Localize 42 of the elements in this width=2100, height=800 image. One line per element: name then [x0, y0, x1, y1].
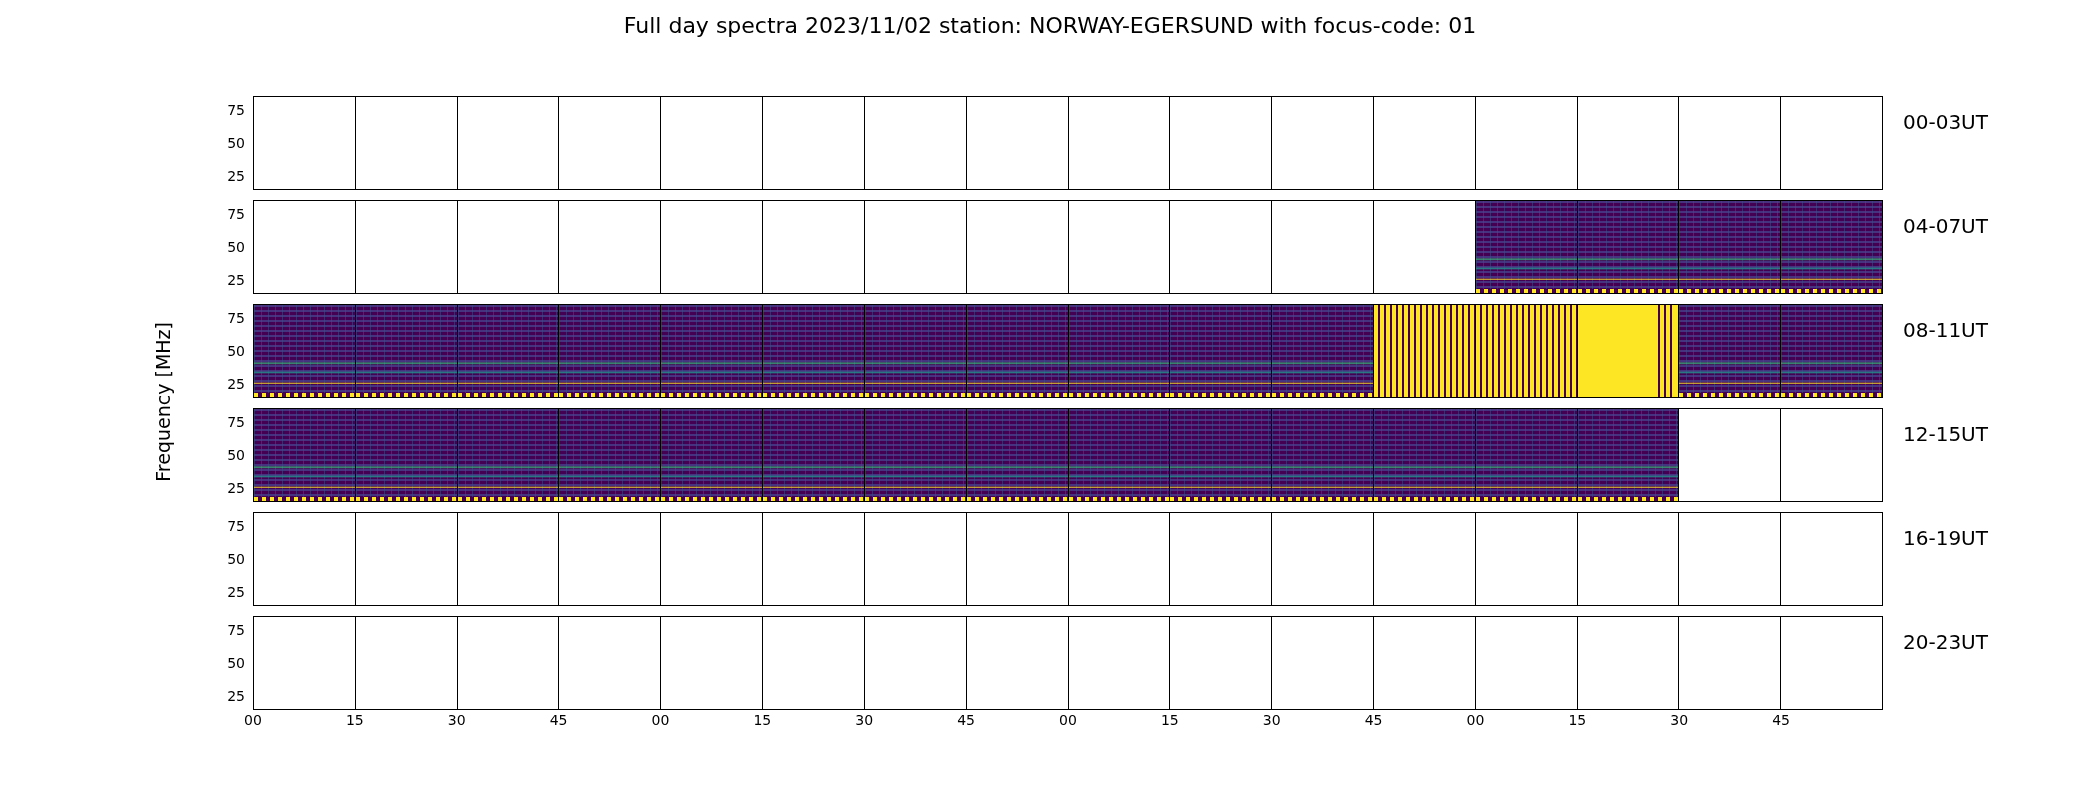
y-tick-label: 25	[227, 688, 245, 704]
y-tick-label: 25	[227, 480, 245, 496]
row-label: 00-03UT	[1902, 109, 1988, 136]
y-tick-label: 50	[227, 655, 245, 671]
y-tick-label: 75	[227, 622, 245, 638]
x-tick-label: 45	[957, 712, 976, 728]
y-tick-label: 75	[227, 310, 245, 326]
y-tick-label: 50	[227, 551, 245, 567]
x-tick-label: 15	[1160, 712, 1179, 728]
y-tick-label: 50	[227, 135, 245, 151]
row-label: 12-15UT	[1902, 421, 1988, 448]
y-tick-label: 75	[227, 414, 245, 430]
y-axis-label: Frequency [MHz]	[152, 322, 174, 482]
y-tick-label: 25	[227, 272, 245, 288]
x-tick-label: 30	[447, 712, 466, 728]
x-tick-label: 00	[651, 712, 670, 728]
x-tick-label: 45	[1772, 712, 1791, 728]
y-tick-label: 25	[227, 376, 245, 392]
row-label: 08-11UT	[1902, 317, 1988, 344]
figure-title: Full day spectra 2023/11/02 station: NORWAY-EGERSUND with focus-code: 01	[622, 13, 1478, 40]
y-tick-label: 75	[227, 206, 245, 222]
x-tick-label: 00	[244, 712, 262, 728]
x-tick-label: 00	[1466, 712, 1485, 728]
y-tick-label: 25	[227, 584, 245, 600]
y-tick-label: 50	[227, 239, 245, 255]
y-tick-label: 75	[227, 518, 245, 534]
x-tick-label: 30	[1670, 712, 1689, 728]
x-tick-label: 45	[549, 712, 568, 728]
x-tick-label: 15	[1568, 712, 1587, 728]
x-tick-label: 15	[345, 712, 364, 728]
row-label: 16-19UT	[1902, 525, 1988, 552]
y-tick-label: 50	[227, 447, 245, 463]
row-label: 20-23UT	[1902, 629, 1988, 656]
x-tick-label: 30	[1262, 712, 1281, 728]
y-tick-label: 75	[227, 102, 245, 118]
x-tick-label: 30	[855, 712, 874, 728]
y-tick-label: 50	[227, 343, 245, 359]
row-label: 04-07UT	[1902, 213, 1988, 240]
x-tick-label: 15	[753, 712, 772, 728]
x-tick-label: 45	[1364, 712, 1383, 728]
x-tick-label: 00	[1059, 712, 1077, 728]
y-tick-label: 25	[227, 168, 245, 184]
